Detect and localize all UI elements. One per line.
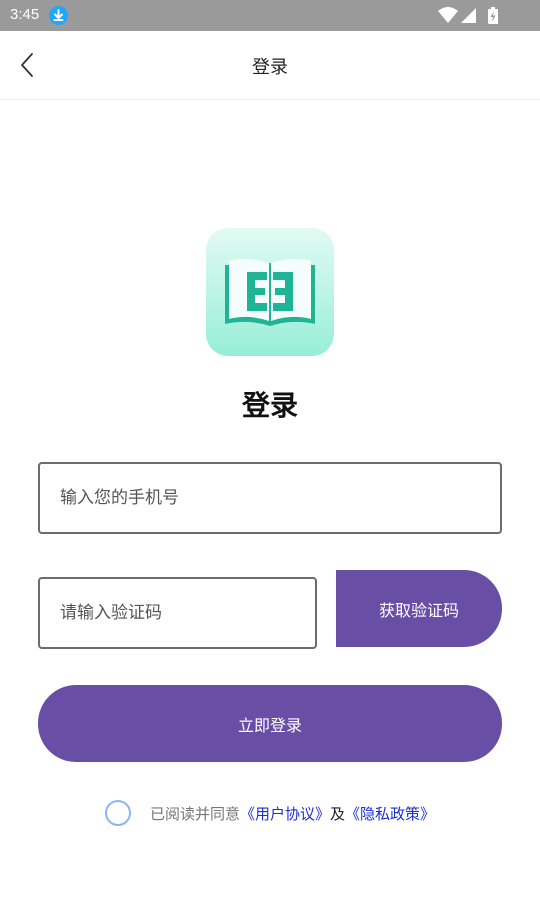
battery-icon xyxy=(488,7,498,24)
login-label: 立即登录 xyxy=(237,715,302,735)
app-header: 登录 xyxy=(0,31,540,100)
status-time: 3:45 xyxy=(10,6,40,23)
agreement-prefix: 已阅读并同意 xyxy=(150,805,241,823)
header-title: 登录 xyxy=(252,57,288,78)
wifi-icon xyxy=(438,7,458,23)
agreement-checkbox[interactable] xyxy=(105,800,131,826)
login-button[interactable]: 立即登录 xyxy=(38,685,502,762)
phone-input[interactable] xyxy=(40,464,500,532)
verification-code-input[interactable] xyxy=(40,579,315,647)
page-title: 登录 xyxy=(241,389,298,422)
phone-field xyxy=(38,462,502,534)
user-agreement-link[interactable]: 《用户协议》 xyxy=(240,805,330,823)
verification-code-field xyxy=(38,577,317,649)
status-icons xyxy=(438,6,506,25)
agreement-row: 已阅读并同意《用户协议》及《隐私政策》 xyxy=(150,803,435,824)
app-logo-book-icon xyxy=(206,228,334,356)
get-code-label: 获取验证码 xyxy=(378,600,459,620)
get-code-button[interactable]: 获取验证码 xyxy=(336,570,502,647)
privacy-policy-link[interactable]: 《隐私政策》 xyxy=(345,805,435,823)
signal-icon xyxy=(461,8,476,23)
download-icon xyxy=(49,6,68,25)
status-bar: 3:45 xyxy=(0,0,540,31)
agreement-and: 及 xyxy=(330,805,346,823)
